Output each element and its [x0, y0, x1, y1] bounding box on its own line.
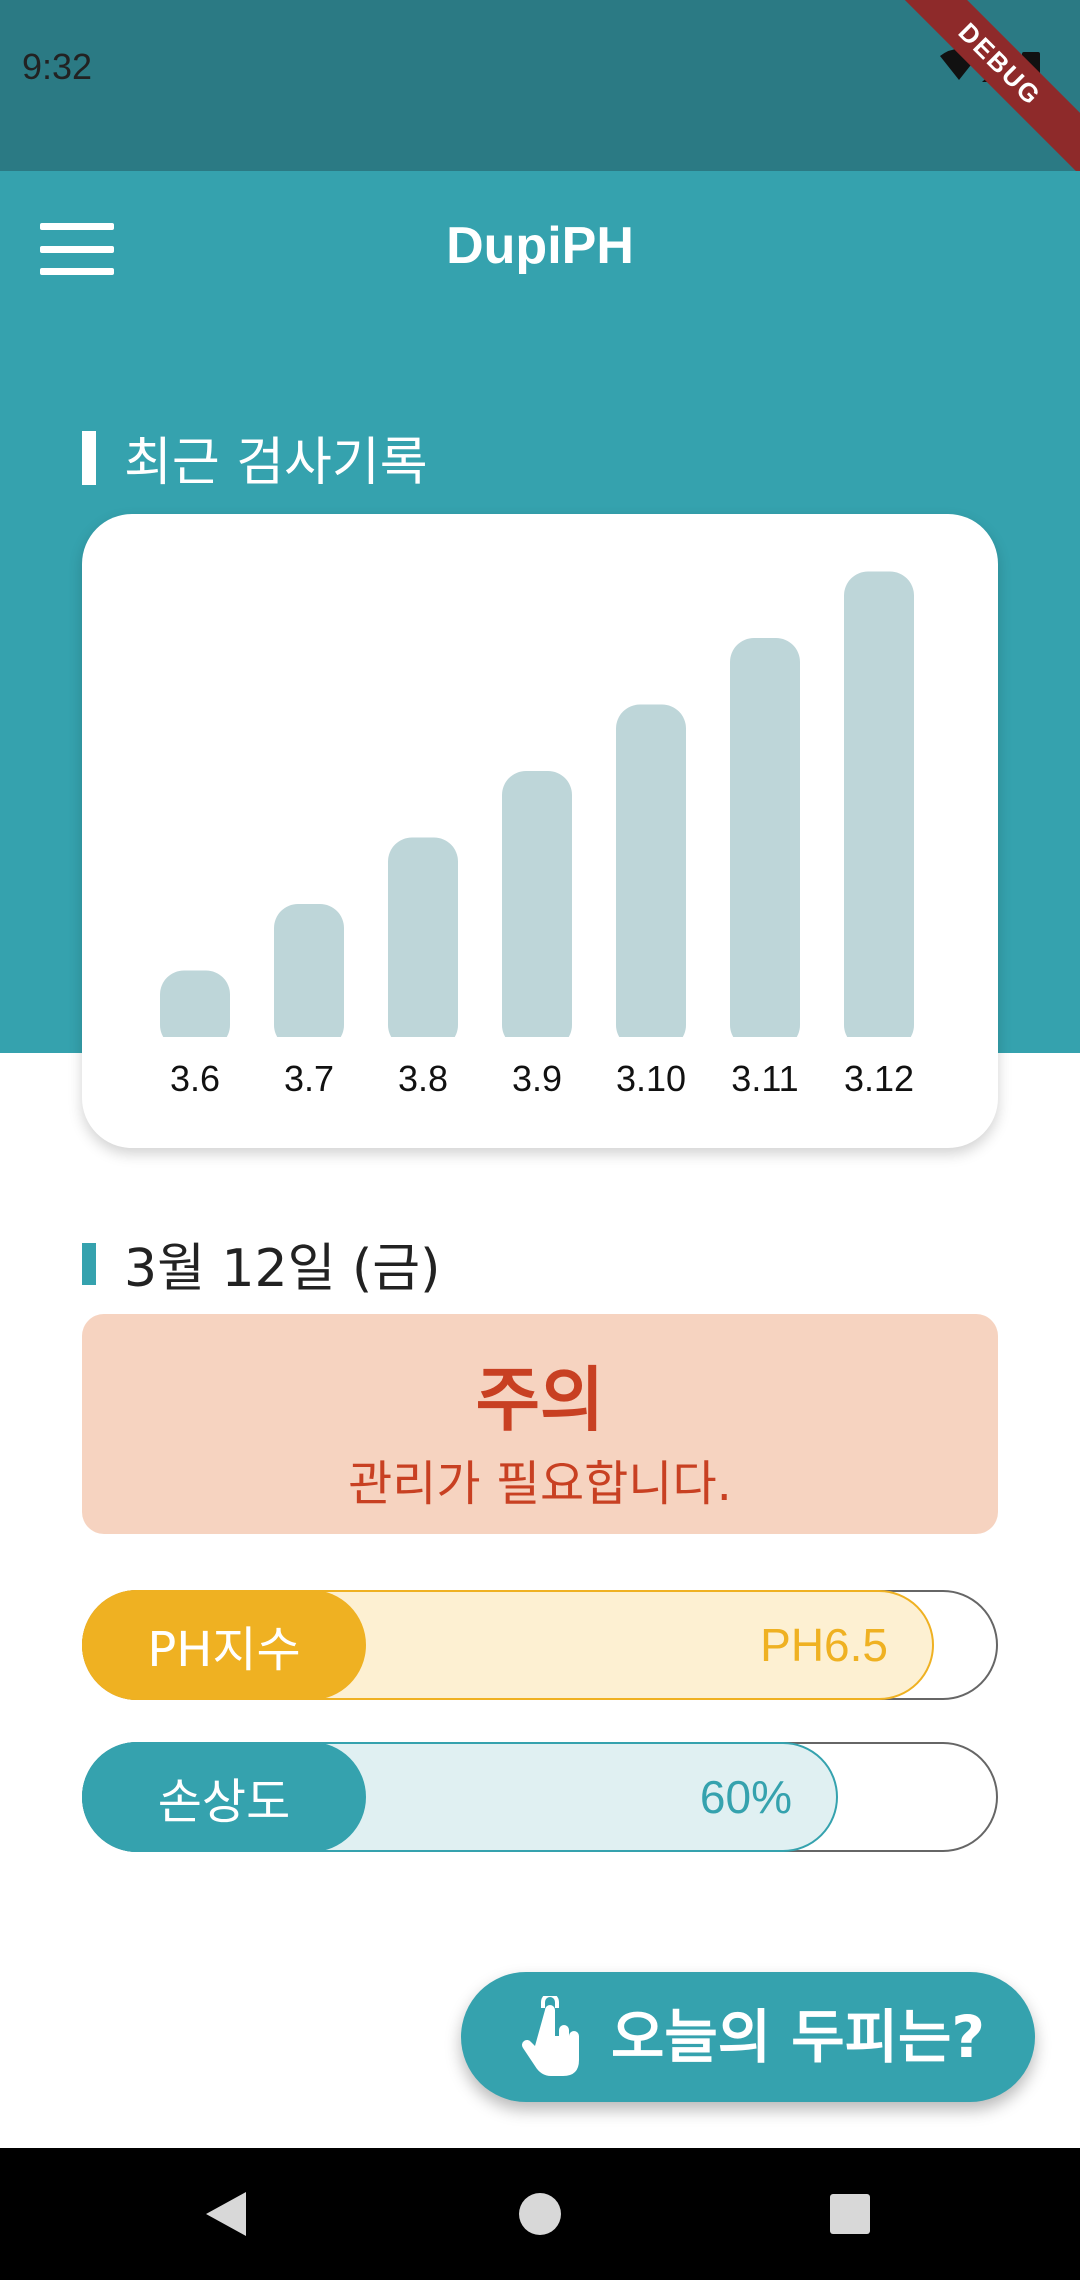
chart-card: 3.6 3.7 3.8 3.9 3.10 3.11 3.12 [82, 514, 998, 1148]
damage-meter: 손상도 60% [82, 1742, 998, 1852]
back-icon[interactable] [202, 2188, 250, 2240]
chart-tick-label: 3.7 [284, 1058, 334, 1099]
recent-records-title: 최근 검사기록 [82, 420, 428, 495]
chart-bar-3.12 [844, 571, 914, 1049]
status-bar: 9:32 [0, 0, 1080, 171]
section-marker [82, 430, 96, 485]
date-title: 3월 12일 (금) [82, 1226, 440, 1301]
chart-bar-3.7 [274, 904, 344, 1049]
check-scalp-button[interactable]: 오늘의 두피는? [461, 1972, 1035, 2102]
chart-baseline-mask [142, 1037, 962, 1051]
damage-meter-value: 60% [699, 1771, 792, 1823]
chart-tick-label: 3.6 [170, 1058, 220, 1099]
app-bar: DupiPH [0, 171, 1080, 331]
chart-bar-3.10 [616, 704, 686, 1049]
ph-meter-label: PH지수 [82, 1590, 366, 1700]
damage-meter-label: 손상도 [82, 1742, 366, 1852]
chart-bar-3.9 [502, 771, 572, 1049]
bar-chart: 3.6 3.7 3.8 3.9 3.10 3.11 3.12 [142, 571, 962, 1099]
chart-tick-label: 3.10 [616, 1058, 686, 1099]
ph-meter: PH지수 PH6.5 [82, 1590, 998, 1700]
app-title: DupiPH [446, 217, 634, 275]
home-icon[interactable] [516, 2188, 564, 2240]
check-scalp-label: 오늘의 두피는? [611, 2003, 985, 2071]
chart-tick-label: 3.8 [398, 1058, 448, 1099]
touch-hand-icon [522, 1996, 579, 2076]
date-label: 3월 12일 (금) [124, 1239, 441, 1299]
chart-tick-label: 3.12 [844, 1058, 914, 1099]
recent-records-label: 최근 검사기록 [124, 433, 428, 493]
chart-tick-label: 3.11 [731, 1058, 798, 1099]
recent-apps-icon[interactable] [826, 2188, 874, 2240]
chart-bar-3.11 [730, 638, 800, 1049]
navigation-bar [0, 2148, 1080, 2280]
chart-tick-label: 3.9 [512, 1058, 562, 1099]
status-heading: 주의 [475, 1359, 605, 1441]
status-message: 관리가 필요합니다. [348, 1456, 732, 1512]
ph-meter-value: PH6.5 [760, 1619, 888, 1671]
chart-bar-3.8 [388, 837, 458, 1049]
status-time: 9:32 [22, 46, 93, 87]
status-card: 주의 관리가 필요합니다. [82, 1314, 998, 1534]
section-marker [82, 1242, 96, 1285]
